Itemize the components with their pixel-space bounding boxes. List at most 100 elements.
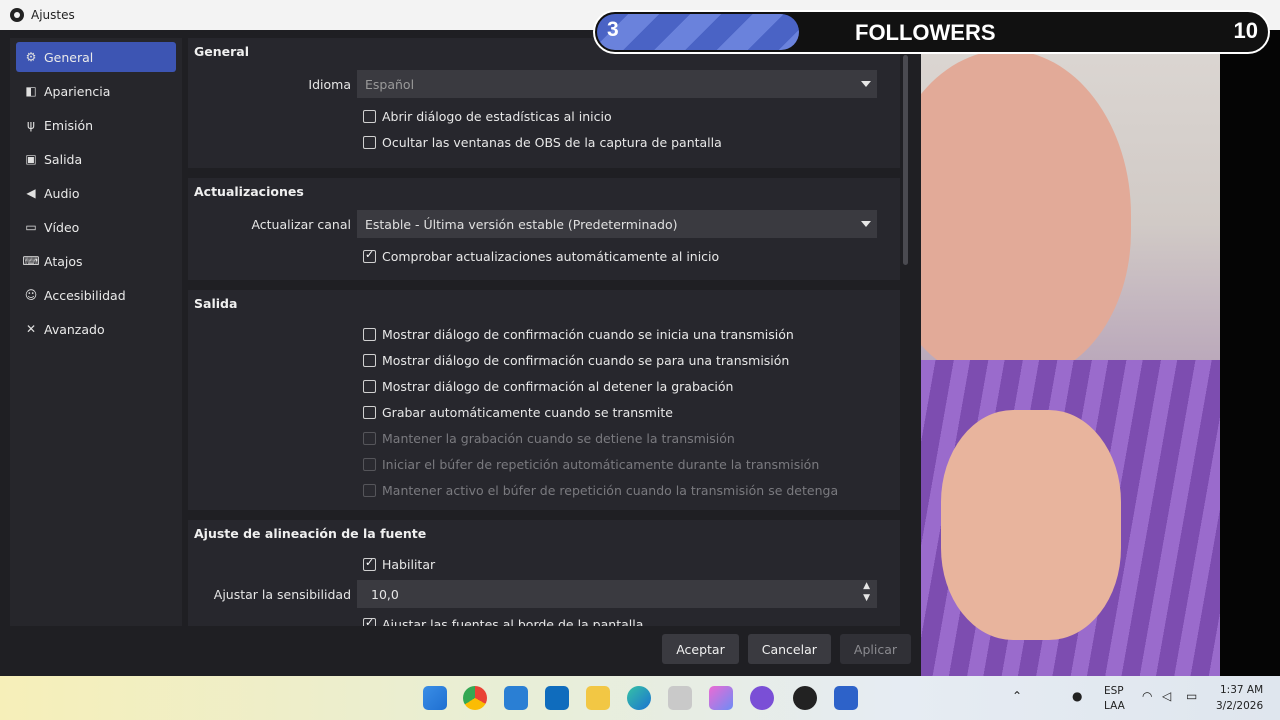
sidebar-item-atajos[interactable]: ⌨ Atajos [16,246,176,276]
obs-taskbar-icon[interactable] [793,686,817,710]
settings-content: General Idioma Español Abrir diálogo de … [188,38,900,626]
hide-windows-option[interactable]: Ocultar las ventanas de OBS de la captur… [194,129,892,155]
keyboard-icon: ⌨ [22,254,40,268]
window-title: Ajustes [31,8,75,22]
checkbox[interactable] [363,135,376,149]
group-title: Salida [194,296,238,311]
chevron-up-icon[interactable]: ⌃ [1012,689,1022,703]
option-label: Grabar automáticamente cuando se transmi… [382,404,673,420]
sidebar-item-video[interactable]: ▭ Vídeo [16,212,176,242]
wifi-icon[interactable]: ◠ [1142,689,1152,703]
stats-dialog-option[interactable]: Abrir diálogo de estadísticas al inicio [194,103,892,129]
chevron-down-icon[interactable]: ▼ [863,593,870,603]
accept-button[interactable]: Aceptar [662,634,739,664]
cancel-button[interactable]: Cancelar [747,634,831,664]
channel-select[interactable]: Estable - Última versión estable (Predet… [357,210,877,238]
clock-time[interactable]: 1:37 AM [1220,684,1263,696]
snapping-group: Ajuste de alineación de la fuente Habili… [188,520,900,626]
output-option[interactable]: Mostrar diálogo de confirmación cuando s… [194,321,892,347]
output-icon: ▣ [25,152,37,166]
sidebar-item-audio[interactable]: ◀ Audio [16,178,176,208]
folder-icon[interactable] [586,686,610,710]
sidebar-item-label: Accesibilidad [44,287,126,303]
sidebar-item-emision[interactable]: ψ Emisión [16,110,176,140]
checkbox[interactable] [363,616,376,626]
sidebar-item-apariencia[interactable]: ◧ Apariencia [16,76,176,106]
snapping-enable-option[interactable]: Habilitar [194,551,892,577]
checkbox[interactable] [363,556,376,571]
sidebar-item-avanzado[interactable]: ✕ Avanzado [16,314,176,344]
tools-icon: ✕ [25,322,37,336]
checkbox[interactable] [363,327,376,341]
dialog-buttons: Aceptar Cancelar Aplicar [662,634,911,664]
language-select[interactable]: Español [357,70,877,98]
option-label: Habilitar [382,556,436,572]
checkbox [363,483,376,497]
person-face [921,50,1131,380]
followers-count: 3 [607,18,619,41]
option-label: Mostrar diálogo de confirmación cuando s… [382,326,794,342]
volume-icon[interactable]: ◁ [1162,689,1171,703]
sidebar-item-accesibilidad[interactable]: ☺ Accesibilidad [16,280,176,310]
option-label: Mostrar diálogo de confirmación al deten… [382,378,734,394]
settings-window: ⚙ General ◧ Apariencia ψ Emisión ▣ Salida ◀ A… [0,0,921,676]
sensitivity-spinbox[interactable]: 10,0 ▲ ▼ [357,580,877,608]
sidebar-item-salida[interactable]: ▣ Salida [16,144,176,174]
sidebar-item-label: Atajos [44,253,83,269]
windows-start-icon[interactable] [423,686,447,710]
group-title: Ajuste de alineación de la fuente [194,526,427,541]
checkbox[interactable] [363,405,376,419]
chevron-up-icon[interactable]: ▲ [863,581,870,591]
snap-edges-option[interactable]: Ajustar las fuentes al borde de la panta… [194,611,892,626]
checkbox[interactable] [363,379,376,393]
output-option: Iniciar el búfer de repetición automátic… [194,451,892,477]
output-group: Salida Mostrar diálogo de confirmación c… [188,290,900,510]
person-hand [941,410,1121,640]
accessibility-icon: ☺ [24,288,38,302]
language-label: Idioma [308,76,351,92]
followers-label: FOLLOWERS [855,20,996,45]
app2-icon[interactable] [834,686,858,710]
apply-button[interactable]: Aplicar [839,634,911,664]
output-option[interactable]: Grabar automáticamente cuando se transmi… [194,399,892,425]
option-label: Mostrar diálogo de confirmación cuando s… [382,352,790,368]
chevron-down-icon [861,221,871,227]
checkbox [363,457,376,471]
speaker-icon: ◀ [26,186,36,200]
lang-top[interactable]: ESP [1104,685,1124,697]
checkbox [363,431,376,445]
output-option: Mantener activo el búfer de repetición c… [194,477,892,503]
obs-logo-icon [10,8,24,22]
chevron-down-icon [861,81,871,87]
followers-progress-bar [597,14,799,50]
output-option[interactable]: Mostrar diálogo de confirmación cuando s… [194,347,892,373]
edge-icon[interactable] [627,686,651,710]
store-icon[interactable] [504,686,528,710]
scrollbar[interactable] [903,55,908,265]
video-letterbox [1220,30,1280,676]
clock-date[interactable]: 3/2/2026 [1216,700,1263,712]
sidebar-item-label: Emisión [44,117,94,133]
mic-icon[interactable]: ● [1072,689,1082,703]
check-updates-option[interactable]: Comprobar actualizaciones automáticament… [194,243,892,269]
copilot-icon[interactable] [709,686,733,710]
battery-icon[interactable]: ▭ [1186,689,1197,703]
output-option[interactable]: Mostrar diálogo de confirmación al deten… [194,373,892,399]
followers-goal: 10 [1233,18,1258,43]
lang-bottom[interactable]: LAA [1104,700,1125,712]
channel-label: Actualizar canal [251,216,351,232]
sidebar-item-general[interactable]: ⚙ General [16,42,176,72]
checkbox[interactable] [363,248,376,263]
followers-goal-overlay: 3 FOLLOWERS 10 [593,10,1270,54]
chrome-icon[interactable] [463,686,487,710]
checkbox[interactable] [363,109,376,123]
app-icon[interactable] [750,686,774,710]
gear-icon: ⚙ [25,50,37,64]
printer-icon[interactable] [668,686,692,710]
option-label: Mantener la grabación cuando se detiene … [382,430,735,446]
antenna-icon: ψ [27,118,35,132]
language-value: Español [365,76,415,92]
outlook-icon[interactable] [545,686,569,710]
checkbox[interactable] [363,353,376,367]
output-option: Mantener la grabación cuando se detiene … [194,425,892,451]
